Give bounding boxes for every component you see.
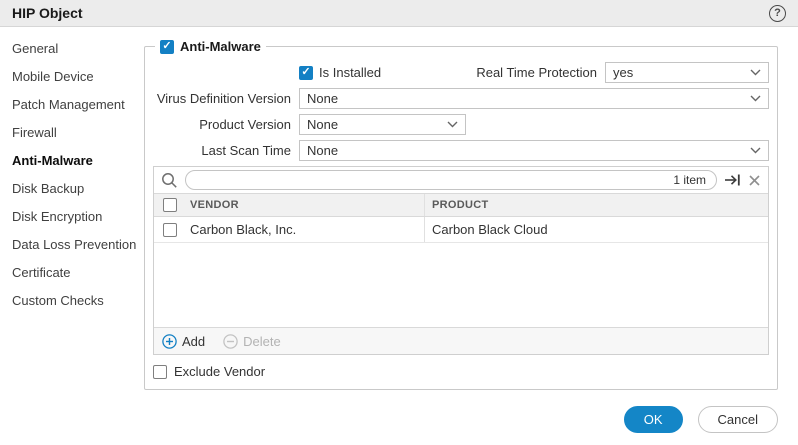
vendor-table: 1 item VENDOR PRO	[153, 166, 769, 355]
real-time-protection-label: Real Time Protection	[476, 65, 597, 80]
chevron-down-icon	[447, 121, 458, 128]
ok-button[interactable]: OK	[624, 406, 683, 433]
sidebar-item-disk-backup[interactable]: Disk Backup	[0, 175, 136, 203]
filter-input[interactable]	[196, 173, 673, 187]
clear-filter-x-icon[interactable]	[748, 174, 761, 187]
virus-definition-version-label: Virus Definition Version	[153, 91, 291, 106]
sidebar-item-disk-encryption[interactable]: Disk Encryption	[0, 203, 136, 231]
row-is-installed: Is Installed Real Time Protection yes	[153, 62, 769, 83]
anti-malware-enabled-checkbox[interactable]	[160, 40, 174, 54]
sidebar-item-firewall[interactable]: Firewall	[0, 119, 136, 147]
sidebar-item-general[interactable]: General	[0, 35, 136, 63]
last-scan-time-select[interactable]: None	[299, 140, 769, 161]
is-installed-control: Is Installed	[299, 65, 381, 80]
sidebar-item-certificate[interactable]: Certificate	[0, 259, 136, 287]
virus-definition-version-select[interactable]: None	[299, 88, 769, 109]
table-footer: Add Delete	[154, 327, 768, 354]
title-bar: HIP Object ?	[0, 0, 798, 27]
add-button[interactable]: Add	[162, 334, 205, 349]
cancel-button[interactable]: Cancel	[698, 406, 778, 433]
sidebar-item-patch-management[interactable]: Patch Management	[0, 91, 136, 119]
header-checkbox-cell	[154, 194, 186, 216]
apply-filter-arrow-icon[interactable]	[724, 173, 741, 187]
group-legend: Anti-Malware	[155, 39, 266, 54]
exclude-vendor-label: Exclude Vendor	[174, 364, 265, 379]
anti-malware-group: Anti-Malware Is Installed Real Time Prot…	[144, 39, 778, 390]
row-vendor-value: Carbon Black, Inc.	[186, 217, 424, 242]
exclude-vendor-checkbox[interactable]	[153, 365, 167, 379]
delete-button[interactable]: Delete	[223, 334, 281, 349]
add-icon	[162, 334, 177, 349]
sidebar-item-custom-checks[interactable]: Custom Checks	[0, 287, 136, 315]
product-version-select[interactable]: None	[299, 114, 466, 135]
page-title: HIP Object	[12, 5, 83, 21]
sidebar-item-mobile-device[interactable]: Mobile Device	[0, 63, 136, 91]
delete-icon	[223, 334, 238, 349]
last-scan-time-value: None	[307, 143, 750, 158]
exclude-vendor-control: Exclude Vendor	[153, 364, 769, 379]
table-empty-area	[154, 243, 768, 327]
search-icon[interactable]	[161, 172, 178, 189]
item-count: 1 item	[673, 173, 706, 187]
row-last-scan-time: Last Scan Time None	[153, 140, 769, 161]
hip-object-dialog: HIP Object ? General Mobile Device Patch…	[0, 0, 798, 445]
product-version-label: Product Version	[153, 117, 291, 132]
is-installed-label: Is Installed	[319, 65, 381, 80]
chevron-down-icon	[750, 95, 761, 102]
product-column-header[interactable]: PRODUCT	[424, 194, 768, 216]
table-row[interactable]: Carbon Black, Inc. Carbon Black Cloud	[154, 217, 768, 243]
dialog-actions: OK Cancel	[144, 406, 778, 433]
vendor-column-header[interactable]: VENDOR	[186, 194, 424, 216]
table-header: VENDOR PRODUCT	[154, 194, 768, 217]
row-checkbox[interactable]	[163, 223, 177, 237]
chevron-down-icon	[750, 69, 761, 76]
row-checkbox-cell	[154, 217, 186, 242]
last-scan-time-label: Last Scan Time	[153, 143, 291, 158]
real-time-protection-select[interactable]: yes	[605, 62, 769, 83]
row-product-version: Product Version None	[153, 114, 769, 135]
real-time-protection-value: yes	[613, 65, 750, 80]
add-button-label: Add	[182, 334, 205, 349]
sidebar-item-anti-malware[interactable]: Anti-Malware	[0, 147, 136, 175]
sidebar: General Mobile Device Patch Management F…	[0, 27, 136, 445]
product-version-value: None	[307, 117, 447, 132]
filter-pill: 1 item	[185, 170, 717, 190]
is-installed-checkbox[interactable]	[299, 66, 313, 80]
delete-button-label: Delete	[243, 334, 281, 349]
help-icon[interactable]: ?	[769, 5, 786, 22]
row-product-value: Carbon Black Cloud	[424, 217, 768, 242]
filter-bar: 1 item	[154, 167, 768, 194]
group-legend-label: Anti-Malware	[180, 39, 261, 54]
main-panel: Anti-Malware Is Installed Real Time Prot…	[136, 27, 798, 445]
row-virus-definition-version: Virus Definition Version None	[153, 88, 769, 109]
sidebar-item-data-loss-prevention[interactable]: Data Loss Prevention	[0, 231, 136, 259]
select-all-checkbox[interactable]	[163, 198, 177, 212]
chevron-down-icon	[750, 147, 761, 154]
virus-definition-version-value: None	[307, 91, 750, 106]
